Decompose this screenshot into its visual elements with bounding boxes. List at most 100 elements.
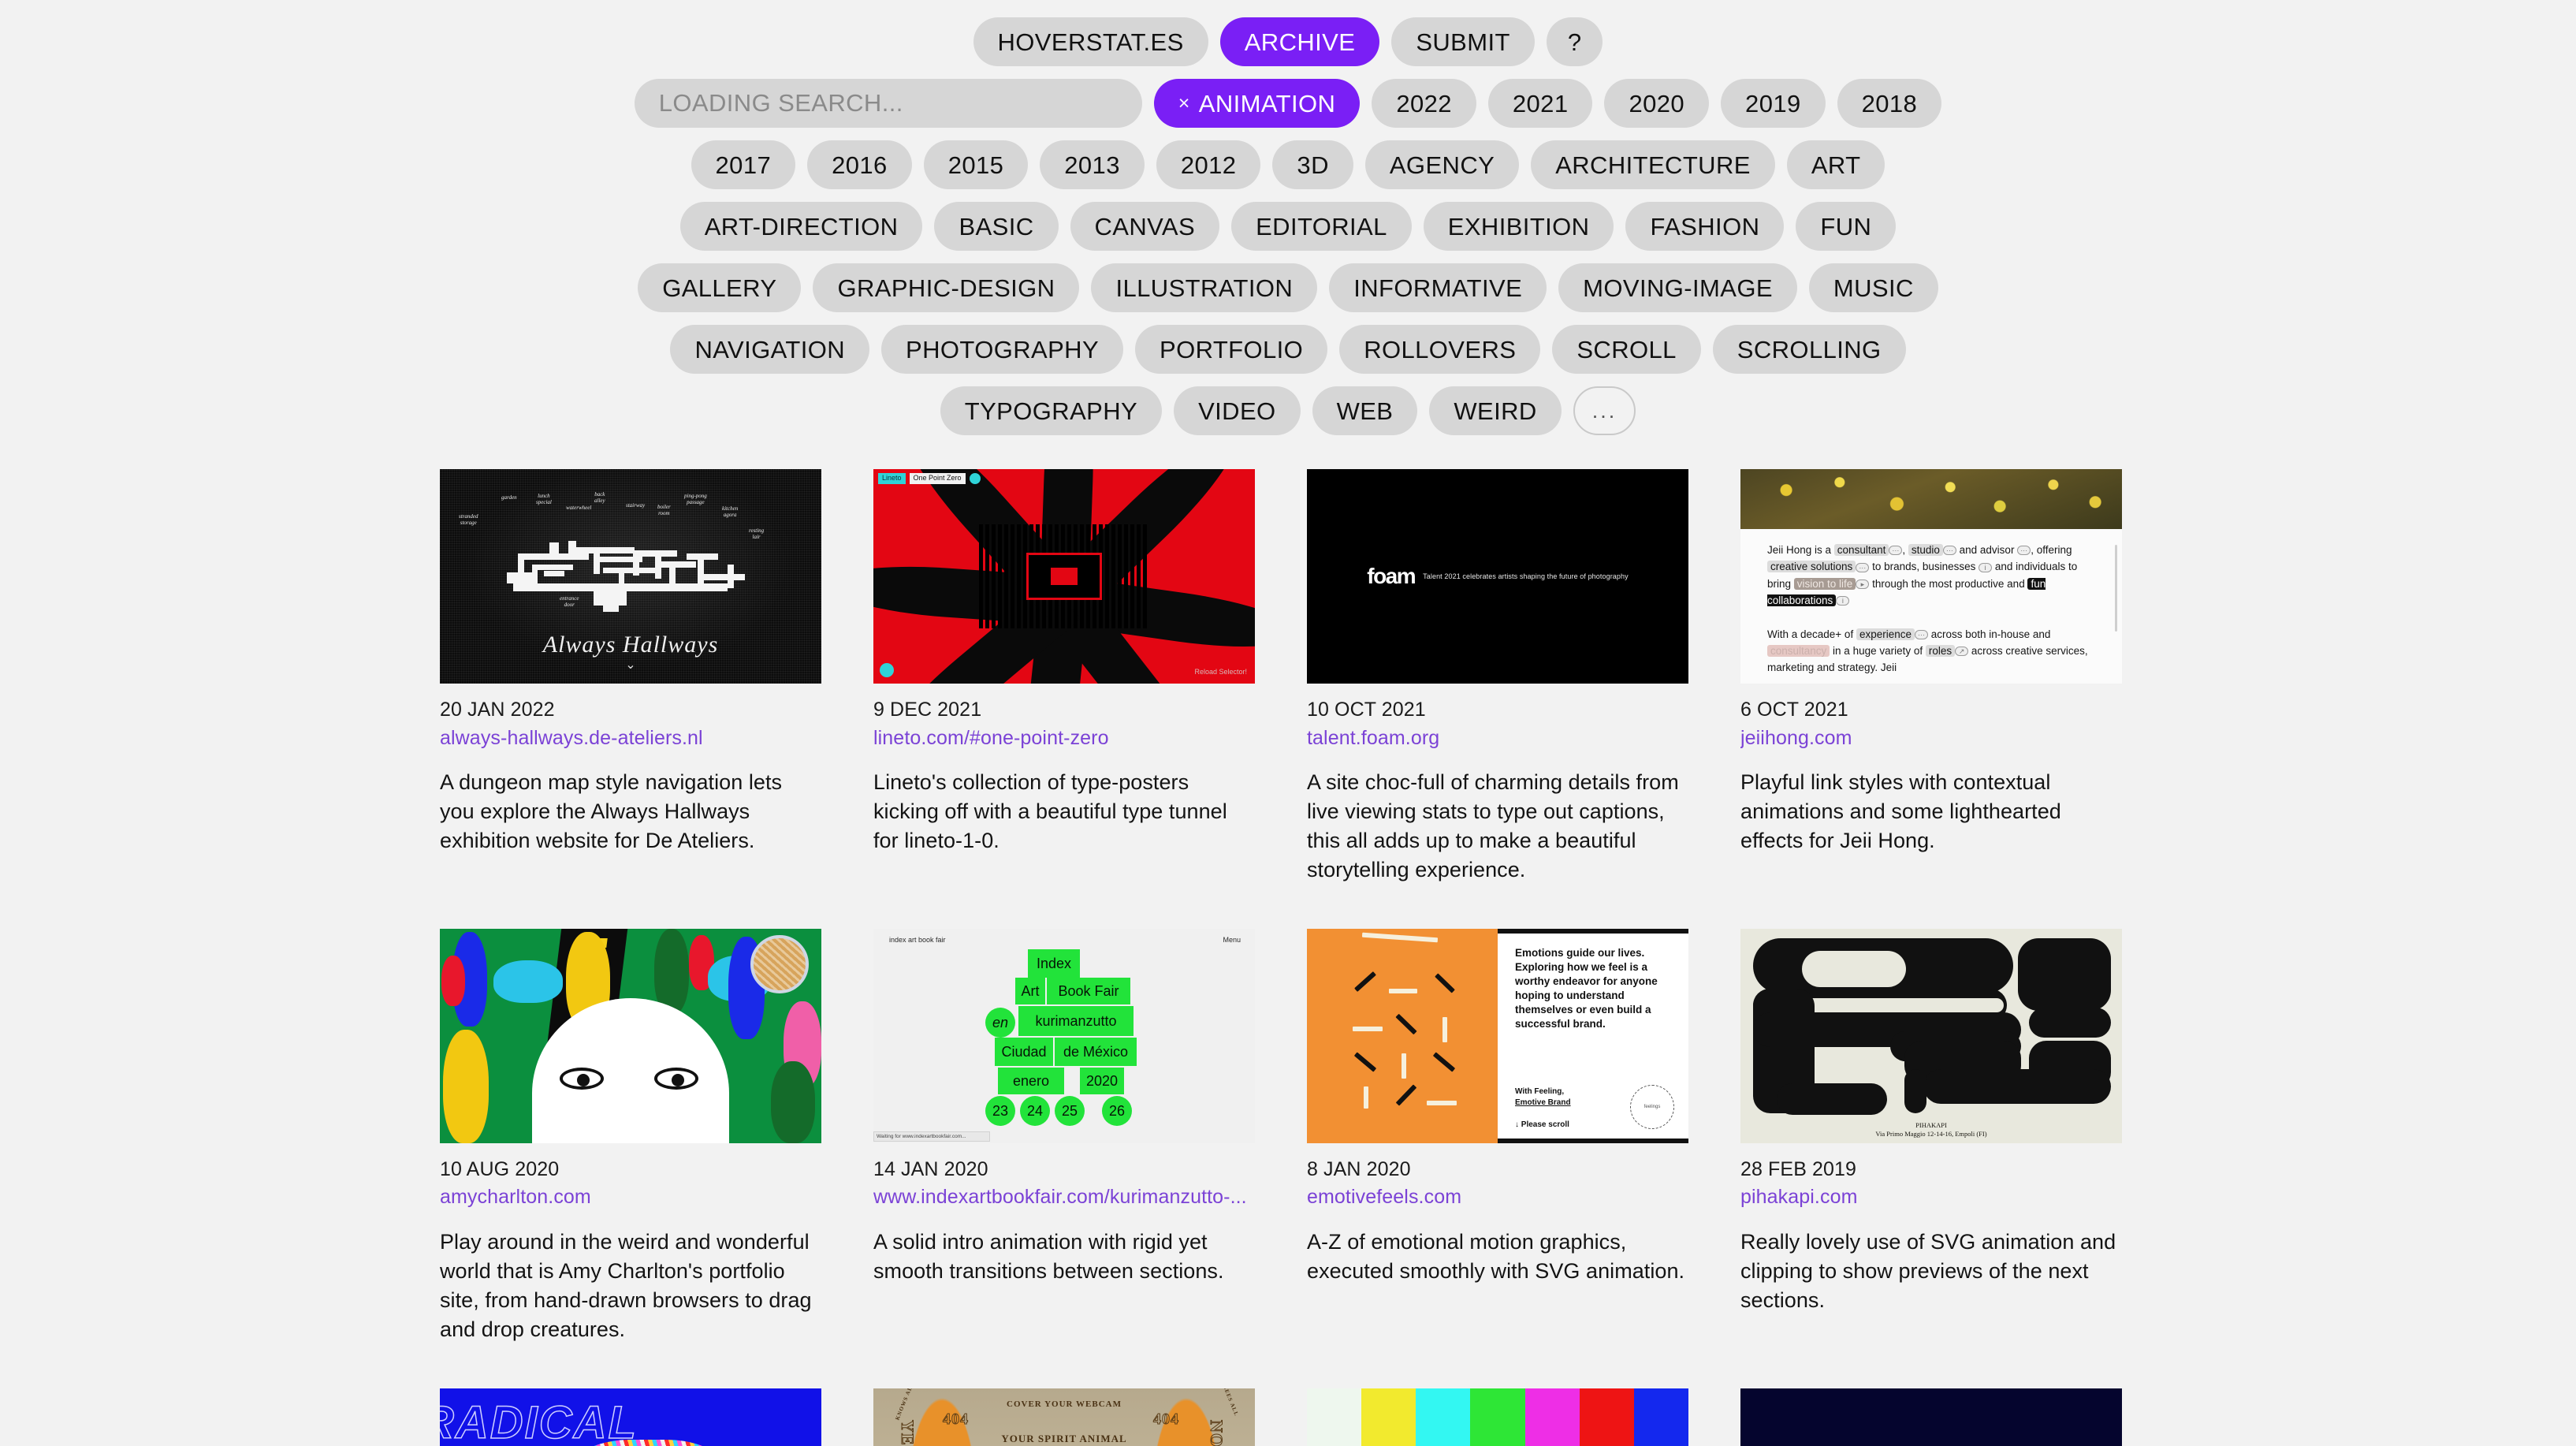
filter-label: 2022 — [1396, 89, 1452, 117]
filter-gallery[interactable]: GALLERY — [638, 263, 802, 312]
archive-card[interactable]: COVER YOUR WEBCAM YOUR SPIRIT ANIMAL IS … — [873, 1388, 1255, 1446]
filter-architecture[interactable]: ARCHITECTURE — [1531, 140, 1775, 189]
nav-archive[interactable]: ARCHIVE — [1219, 17, 1380, 66]
filter-weird[interactable]: WEIRD — [1429, 386, 1562, 435]
dash — [1427, 1100, 1457, 1105]
filter-video[interactable]: VIDEO — [1174, 386, 1301, 435]
thumbnail-always-hallways[interactable]: stranded storage garden lunch special wate… — [440, 469, 821, 684]
filter-typography[interactable]: TYPOGRAPHY — [940, 386, 1163, 435]
nav-help[interactable]: ? — [1546, 17, 1603, 66]
filter-scroll[interactable]: SCROLL — [1552, 325, 1701, 374]
active-filter-animation[interactable]: × ANIMATION — [1153, 79, 1361, 128]
thumbnail-colorbars[interactable] — [1307, 1388, 1688, 1446]
filter-2017[interactable]: 2017 — [691, 140, 796, 189]
block-2020: 2020 — [1080, 1067, 1124, 1094]
thumbnail-indexartbookfair[interactable]: index art book fair Menu Index Art Book … — [873, 928, 1255, 1143]
filter-2015[interactable]: 2015 — [923, 140, 1029, 189]
archive-card[interactable]: Jeii Hong is a consultant ···, studio ··· … — [1740, 469, 2122, 885]
filter-art-direction[interactable]: ART-DIRECTION — [679, 202, 923, 251]
block-enero: enero — [998, 1067, 1064, 1094]
archive-card[interactable]: stranded storage garden lunch special wate… — [440, 469, 821, 885]
archive-card[interactable]: foam Talent 2021 celebrates artists shap… — [1307, 469, 1688, 885]
bio-pill-experience[interactable]: experience — [1856, 628, 1915, 640]
filter-2013[interactable]: 2013 — [1040, 140, 1145, 189]
color-bar — [1633, 1388, 1688, 1446]
scrollbar[interactable] — [2115, 545, 2117, 632]
filter-web[interactable]: WEB — [1312, 386, 1418, 435]
search-input[interactable] — [634, 79, 1142, 128]
bio-pill-consultant[interactable]: consultant — [1833, 544, 1889, 556]
scroll-cue: ↓ Please scroll — [1515, 1120, 1569, 1129]
card-url[interactable]: always-hallways.de-ateliers.nl — [440, 725, 821, 753]
remove-filter-icon[interactable]: × — [1178, 93, 1190, 114]
top-nav: HOVERSTAT.ES ARCHIVE SUBMIT ? — [0, 17, 2576, 66]
bio-pill-creative-solutions[interactable]: creative solutions — [1767, 561, 1856, 573]
filter-exhibition[interactable]: EXHIBITION — [1423, 202, 1614, 251]
thumb-header-right[interactable]: Menu — [1223, 936, 1241, 944]
filter-2018[interactable]: 2018 — [1837, 79, 1942, 128]
thumbnail-foam[interactable]: foam Talent 2021 celebrates artists shap… — [1307, 469, 1688, 684]
archive-card[interactable] — [1307, 1388, 1688, 1446]
card-url[interactable]: emotivefeels.com — [1307, 1183, 1688, 1212]
archive-card[interactable] — [1740, 1388, 2122, 1446]
nav-hoverstates[interactable]: HOVERSTAT.ES — [973, 17, 1208, 66]
archive-card[interactable]: PIHAKAPI Via Primo Maggio 12-14-16, Empo… — [1740, 928, 2122, 1344]
color-bar — [1524, 1388, 1580, 1446]
bio-pill-studio[interactable]: studio — [1908, 544, 1943, 556]
thumbnail-lineto[interactable]: Lineto One Point Zero Reload Selector! — [873, 469, 1255, 684]
archive-card[interactable]: index art book fair Menu Index Art Book … — [873, 928, 1255, 1344]
bio-segment: Jeii Hong is a — [1767, 544, 1834, 556]
filter-scrolling[interactable]: SCROLLING — [1712, 325, 1906, 374]
filter-graphic-design[interactable]: GRAPHIC-DESIGN — [813, 263, 1080, 312]
filter-agency[interactable]: AGENCY — [1364, 140, 1520, 189]
card-url[interactable]: jeiihong.com — [1740, 725, 2122, 753]
thumbnail-jeiihong[interactable]: Jeii Hong is a consultant ···, studio ··· … — [1740, 469, 2122, 684]
filter-navigation[interactable]: NAVIGATION — [670, 325, 870, 374]
filter-3d[interactable]: 3D — [1272, 140, 1353, 189]
bio-pill-vision-to-life[interactable]: vision to life — [1793, 577, 1856, 590]
filter-label: 2016 — [832, 151, 888, 179]
card-url[interactable]: lineto.com/#one-point-zero — [873, 725, 1255, 753]
bio-pill-consultancy[interactable]: consultancy — [1767, 644, 1830, 657]
card-url[interactable]: amycharlton.com — [440, 1183, 821, 1212]
card-url[interactable]: pihakapi.com — [1740, 1183, 2122, 1212]
nav-submit[interactable]: SUBMIT — [1391, 17, 1535, 66]
filter-music[interactable]: MUSIC — [1808, 263, 1938, 312]
thumbnail-navy[interactable] — [1740, 1388, 2122, 1446]
filter-fashion[interactable]: FASHION — [1625, 202, 1785, 251]
card-description: A dungeon map style navigation lets you … — [440, 770, 783, 852]
filter-2021[interactable]: 2021 — [1487, 79, 1593, 128]
filter-portfolio[interactable]: PORTFOLIO — [1135, 325, 1328, 374]
filter-art[interactable]: ART — [1786, 140, 1885, 189]
filter-rollovers[interactable]: ROLLOVERS — [1339, 325, 1541, 374]
thumbnail-amycharlton[interactable] — [440, 928, 821, 1143]
filter-illustration[interactable]: ILLUSTRATION — [1091, 263, 1318, 312]
card-url[interactable]: www.indexartbookfair.com/kurimanzutto-..… — [873, 1183, 1255, 1212]
filter-fun[interactable]: FUN — [1796, 202, 1897, 251]
filter-photography[interactable]: PHOTOGRAPHY — [881, 325, 1124, 374]
filter-2020[interactable]: 2020 — [1604, 79, 1710, 128]
orange-panel — [1307, 928, 1498, 1143]
archive-card[interactable]: Emotions guide our lives. Exploring how … — [1307, 928, 1688, 1344]
card-url[interactable]: talent.foam.org — [1307, 725, 1688, 753]
filter-basic[interactable]: BASIC — [934, 202, 1059, 251]
filter-2019[interactable]: 2019 — [1721, 79, 1826, 128]
filter-moving-image[interactable]: MOVING-IMAGE — [1558, 263, 1797, 312]
filter-2012[interactable]: 2012 — [1156, 140, 1261, 189]
archive-card[interactable]: RADICAL — [440, 1388, 821, 1446]
archive-card[interactable]: 10 AUG 2020 amycharlton.com Play around … — [440, 928, 821, 1344]
brand-name[interactable]: Emotive Brand — [1515, 1098, 1571, 1107]
filter-editorial[interactable]: EDITORIAL — [1231, 202, 1412, 251]
filter-informative[interactable]: INFORMATIVE — [1329, 263, 1547, 312]
filter-2022[interactable]: 2022 — [1372, 79, 1476, 128]
map-label: back alley — [594, 491, 605, 505]
filter-2016[interactable]: 2016 — [807, 140, 912, 189]
archive-card[interactable]: Lineto One Point Zero Reload Selector! 9… — [873, 469, 1255, 885]
show-more-filters-button[interactable]: ... — [1573, 386, 1636, 435]
filter-canvas[interactable]: CANVAS — [1070, 202, 1220, 251]
thumbnail-pihakapi[interactable]: PIHAKAPI Via Primo Maggio 12-14-16, Empo… — [1740, 928, 2122, 1143]
bio-pill-roles[interactable]: roles — [1925, 644, 1956, 657]
thumbnail-clairvoyant[interactable]: COVER YOUR WEBCAM YOUR SPIRIT ANIMAL IS … — [873, 1388, 1255, 1446]
thumbnail-emotivefeels[interactable]: Emotions guide our lives. Exploring how … — [1307, 928, 1688, 1143]
thumbnail-radical[interactable]: RADICAL — [440, 1388, 821, 1446]
